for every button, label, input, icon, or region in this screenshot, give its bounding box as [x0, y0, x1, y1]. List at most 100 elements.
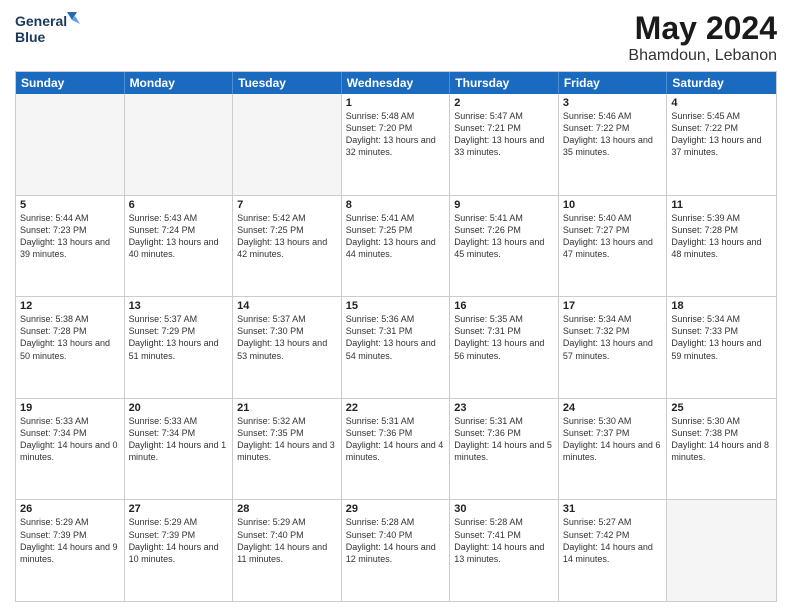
cal-cell-w4-d5: 23Sunrise: 5:31 AMSunset: 7:36 PMDayligh… — [450, 399, 559, 500]
day-number: 27 — [129, 503, 229, 515]
cell-info: Sunrise: 5:39 AMSunset: 7:28 PMDaylight:… — [671, 213, 761, 259]
day-number: 17 — [563, 300, 663, 312]
cal-cell-w3-d6: 17 Sunrise: 5:34 AMSunset: 7:32 PMDayligh… — [559, 297, 668, 398]
cell-info: Sunrise: 5:31 AMSunset: 7:36 PMDaylight:… — [346, 416, 444, 462]
header-friday: Friday — [559, 72, 668, 94]
cell-info: Sunrise: 5:27 AMSunset: 7:42 PMDaylight:… — [563, 517, 653, 563]
day-number: 25 — [671, 402, 772, 414]
cell-info: Sunrise: 5:48 AMSunset: 7:20 PMDaylight:… — [346, 111, 436, 157]
day-number: 11 — [671, 199, 772, 211]
cal-row-4: 19 Sunrise: 5:33 AMSunset: 7:34 PMDayligh… — [16, 399, 776, 501]
day-number: 22 — [346, 402, 446, 414]
cell-info: Sunrise: 5:29 AMSunset: 7:39 PMDaylight:… — [20, 517, 118, 563]
calendar: Sunday Monday Tuesday Wednesday Thursday… — [15, 71, 777, 602]
cal-cell-w5-d4: 29 Sunrise: 5:28 AMSunset: 7:40 PMDayligh… — [342, 500, 451, 601]
cell-info: Sunrise: 5:44 AMSunset: 7:23 PMDaylight:… — [20, 213, 110, 259]
cal-cell-w1-d7: 4 Sunrise: 5:45 AMSunset: 7:22 PMDaylight… — [667, 94, 776, 195]
subtitle: Bhamdoun, Lebanon — [628, 47, 777, 65]
cell-info: Sunrise: 5:37 AMSunset: 7:29 PMDaylight:… — [129, 314, 219, 360]
cell-info: Sunrise: 5:34 AMSunset: 7:33 PMDaylight:… — [671, 314, 761, 360]
cal-cell-w5-d7 — [667, 500, 776, 601]
generalblue-logo: General Blue — [15, 10, 85, 52]
cal-cell-w1-d2 — [125, 94, 234, 195]
cell-info: Sunrise: 5:46 AMSunset: 7:22 PMDaylight:… — [563, 111, 653, 157]
cal-cell-w4-d2: 20 Sunrise: 5:33 AMSunset: 7:34 PMDayligh… — [125, 399, 234, 500]
cal-row-1: 1 Sunrise: 5:48 AMSunset: 7:20 PMDaylight… — [16, 94, 776, 196]
calendar-header: Sunday Monday Tuesday Wednesday Thursday… — [16, 72, 776, 94]
cal-cell-w1-d1 — [16, 94, 125, 195]
cell-info: Sunrise: 5:36 AMSunset: 7:31 PMDaylight:… — [346, 314, 436, 360]
cell-info: Sunrise: 5:41 AMSunset: 7:26 PMDaylight:… — [454, 213, 544, 259]
cal-cell-w4-d3: 21 Sunrise: 5:32 AMSunset: 7:35 PMDayligh… — [233, 399, 342, 500]
cal-cell-w3-d2: 13 Sunrise: 5:37 AMSunset: 7:29 PMDayligh… — [125, 297, 234, 398]
cell-info: Sunrise: 5:38 AMSunset: 7:28 PMDaylight:… — [20, 314, 110, 360]
header-saturday: Saturday — [667, 72, 776, 94]
day-number: 3 — [563, 97, 663, 109]
cell-info: Sunrise: 5:43 AMSunset: 7:24 PMDaylight:… — [129, 213, 219, 259]
cell-info: Sunrise: 5:29 AMSunset: 7:39 PMDaylight:… — [129, 517, 219, 563]
cell-info: Sunrise: 5:40 AMSunset: 7:27 PMDaylight:… — [563, 213, 653, 259]
main-title: May 2024 — [628, 10, 777, 47]
header-sunday: Sunday — [16, 72, 125, 94]
cell-info: Sunrise: 5:33 AMSunset: 7:34 PMDaylight:… — [20, 416, 118, 462]
cal-cell-w5-d2: 27 Sunrise: 5:29 AMSunset: 7:39 PMDayligh… — [125, 500, 234, 601]
day-number: 5 — [20, 199, 120, 211]
day-number: 21 — [237, 402, 337, 414]
day-number: 15 — [346, 300, 446, 312]
header-tuesday: Tuesday — [233, 72, 342, 94]
cal-row-3: 12Sunrise: 5:38 AMSunset: 7:28 PMDayligh… — [16, 297, 776, 399]
cal-cell-w3-d4: 15 Sunrise: 5:36 AMSunset: 7:31 PMDayligh… — [342, 297, 451, 398]
cal-row-2: 5 Sunrise: 5:44 AMSunset: 7:23 PMDaylight… — [16, 196, 776, 298]
cell-info: Sunrise: 5:47 AMSunset: 7:21 PMDaylight:… — [454, 111, 544, 157]
day-number: 2 — [454, 97, 554, 109]
day-number: 29 — [346, 503, 446, 515]
cal-cell-w1-d5: 2 Sunrise: 5:47 AMSunset: 7:21 PMDaylight… — [450, 94, 559, 195]
day-number: 13 — [129, 300, 229, 312]
day-number: 26 — [20, 503, 120, 515]
cell-info: Sunrise: 5:29 AMSunset: 7:40 PMDaylight:… — [237, 517, 327, 563]
cell-info: Sunrise: 5:28 AMSunset: 7:41 PMDaylight:… — [454, 517, 544, 563]
day-number: 16 — [454, 300, 554, 312]
page: General Blue May 2024 Bhamdoun, Lebanon … — [0, 0, 792, 612]
cell-info: Sunrise: 5:35 AMSunset: 7:31 PMDaylight:… — [454, 314, 544, 360]
cell-info: Sunrise: 5:33 AMSunset: 7:34 PMDaylight:… — [129, 416, 227, 462]
cell-info: Sunrise: 5:34 AMSunset: 7:32 PMDaylight:… — [563, 314, 653, 360]
cell-info: Sunrise: 5:28 AMSunset: 7:40 PMDaylight:… — [346, 517, 436, 563]
day-number: 7 — [237, 199, 337, 211]
cal-cell-w3-d3: 14Sunrise: 5:37 AMSunset: 7:30 PMDayligh… — [233, 297, 342, 398]
cal-cell-w4-d6: 24Sunrise: 5:30 AMSunset: 7:37 PMDayligh… — [559, 399, 668, 500]
header: General Blue May 2024 Bhamdoun, Lebanon — [15, 10, 777, 65]
day-number: 4 — [671, 97, 772, 109]
cal-cell-w3-d7: 18Sunrise: 5:34 AMSunset: 7:33 PMDayligh… — [667, 297, 776, 398]
logo: General Blue — [15, 10, 85, 52]
cal-row-5: 26 Sunrise: 5:29 AMSunset: 7:39 PMDayligh… — [16, 500, 776, 601]
cell-info: Sunrise: 5:45 AMSunset: 7:22 PMDaylight:… — [671, 111, 761, 157]
day-number: 20 — [129, 402, 229, 414]
cal-cell-w3-d1: 12Sunrise: 5:38 AMSunset: 7:28 PMDayligh… — [16, 297, 125, 398]
cell-info: Sunrise: 5:31 AMSunset: 7:36 PMDaylight:… — [454, 416, 552, 462]
svg-text:Blue: Blue — [15, 29, 46, 45]
header-monday: Monday — [125, 72, 234, 94]
cell-info: Sunrise: 5:32 AMSunset: 7:35 PMDaylight:… — [237, 416, 335, 462]
svg-text:General: General — [15, 13, 67, 29]
cal-cell-w2-d2: 6Sunrise: 5:43 AMSunset: 7:24 PMDaylight… — [125, 196, 234, 297]
cell-info: Sunrise: 5:41 AMSunset: 7:25 PMDaylight:… — [346, 213, 436, 259]
day-number: 8 — [346, 199, 446, 211]
cal-cell-w2-d6: 10 Sunrise: 5:40 AMSunset: 7:27 PMDayligh… — [559, 196, 668, 297]
cal-cell-w4-d4: 22 Sunrise: 5:31 AMSunset: 7:36 PMDayligh… — [342, 399, 451, 500]
cal-cell-w1-d3 — [233, 94, 342, 195]
day-number: 9 — [454, 199, 554, 211]
cal-cell-w2-d7: 11 Sunrise: 5:39 AMSunset: 7:28 PMDayligh… — [667, 196, 776, 297]
title-block: May 2024 Bhamdoun, Lebanon — [628, 10, 777, 65]
cell-info: Sunrise: 5:37 AMSunset: 7:30 PMDaylight:… — [237, 314, 327, 360]
day-number: 1 — [346, 97, 446, 109]
cal-cell-w1-d4: 1 Sunrise: 5:48 AMSunset: 7:20 PMDaylight… — [342, 94, 451, 195]
cal-cell-w2-d1: 5 Sunrise: 5:44 AMSunset: 7:23 PMDaylight… — [16, 196, 125, 297]
cal-cell-w2-d4: 8 Sunrise: 5:41 AMSunset: 7:25 PMDaylight… — [342, 196, 451, 297]
day-number: 24 — [563, 402, 663, 414]
day-number: 10 — [563, 199, 663, 211]
day-number: 19 — [20, 402, 120, 414]
cal-cell-w3-d5: 16 Sunrise: 5:35 AMSunset: 7:31 PMDayligh… — [450, 297, 559, 398]
cal-cell-w5-d1: 26 Sunrise: 5:29 AMSunset: 7:39 PMDayligh… — [16, 500, 125, 601]
cal-cell-w5-d5: 30Sunrise: 5:28 AMSunset: 7:41 PMDayligh… — [450, 500, 559, 601]
